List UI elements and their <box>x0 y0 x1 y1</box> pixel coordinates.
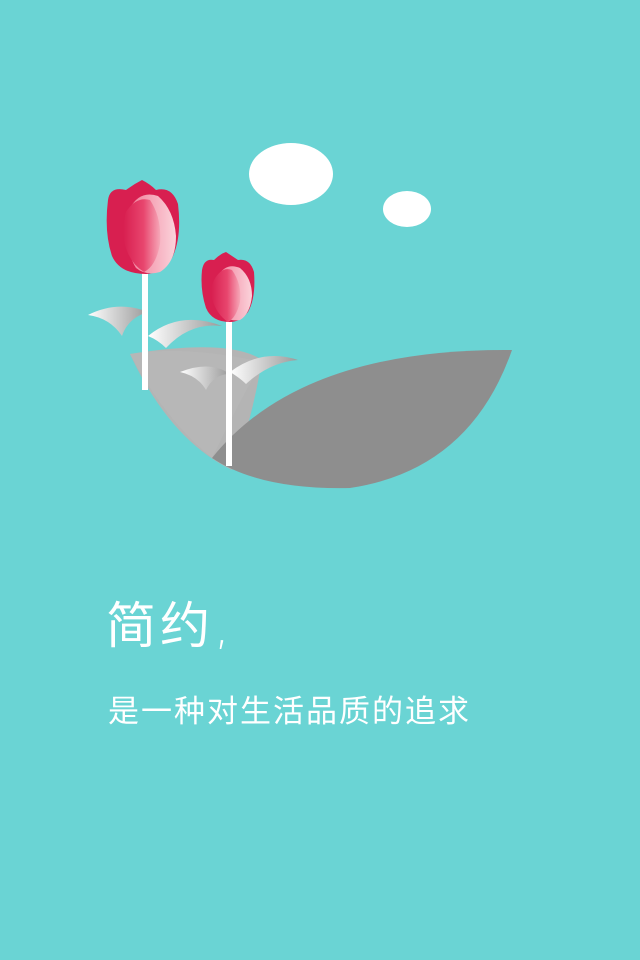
headline: 简约, <box>106 597 234 655</box>
tulip-stem-left <box>142 270 148 390</box>
tagline: 是一种对生活品质的追求 <box>108 694 471 730</box>
splash-screen: 简约, 是一种对生活品质的追求 <box>0 0 640 960</box>
tulip-left <box>106 180 180 274</box>
tulip-illustration <box>88 143 512 489</box>
cloud-large <box>249 143 333 205</box>
cloud-small <box>383 191 431 227</box>
tulip-right <box>201 252 255 322</box>
tulip-stem-right <box>226 318 232 466</box>
hills <box>130 347 512 489</box>
